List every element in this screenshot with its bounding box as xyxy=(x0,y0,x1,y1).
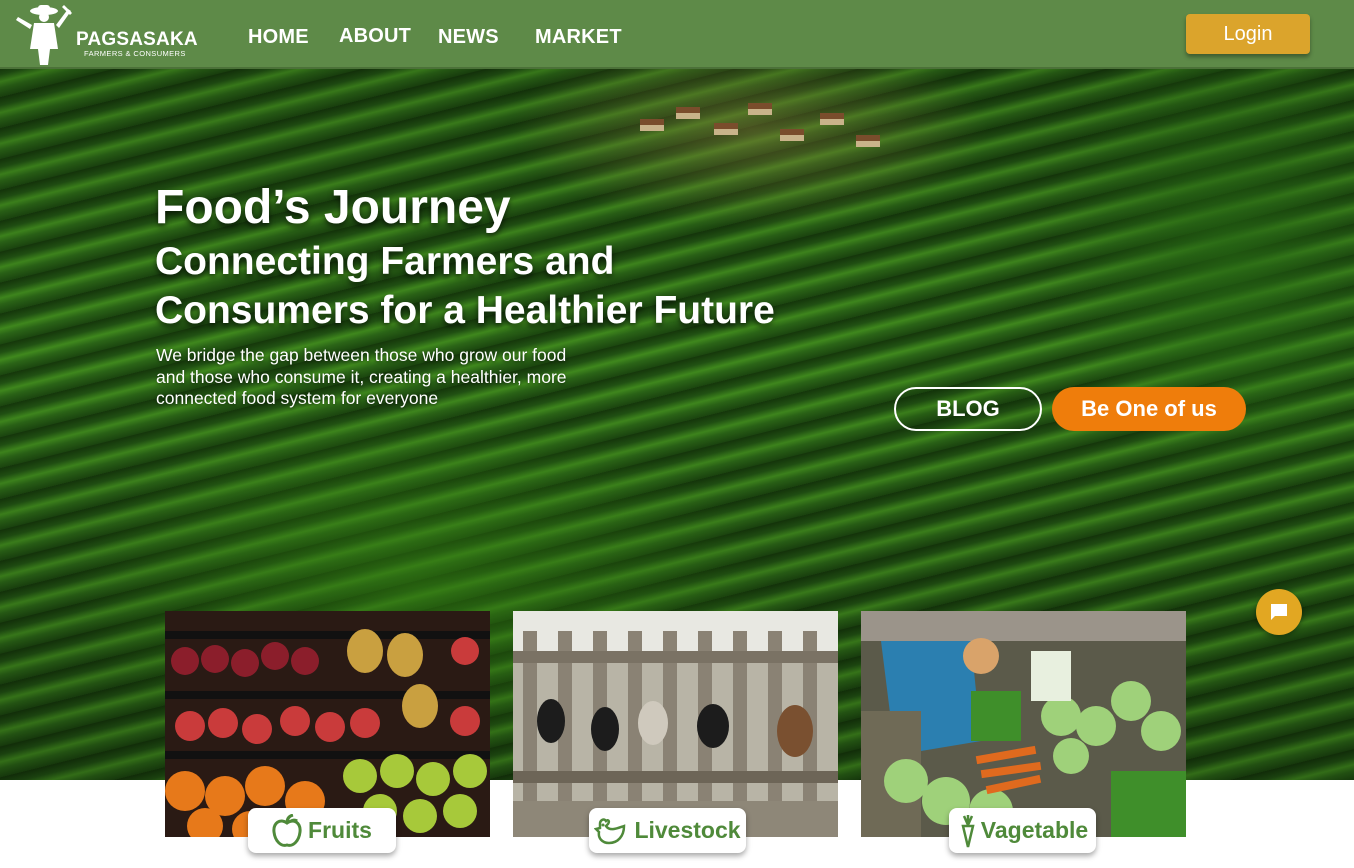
hero-description: We bridge the gap between those who grow… xyxy=(156,345,567,408)
login-button[interactable]: Login xyxy=(1186,14,1310,54)
vegetable-photo xyxy=(861,611,1186,837)
category-label-fruits[interactable]: Fruits xyxy=(248,808,396,853)
hero-subtitle-line2: Consumers for a Healthier Future xyxy=(155,289,775,332)
category-label-text: Fruits xyxy=(308,817,372,843)
category-card-livestock[interactable] xyxy=(513,611,838,837)
village-illustration xyxy=(630,89,890,169)
category-card-vegetable[interactable] xyxy=(861,611,1186,837)
farmer-logo-icon xyxy=(16,5,72,65)
nav-market[interactable]: MARKET xyxy=(535,26,622,49)
hero-subtitle: Connecting Farmers and Consumers for a H… xyxy=(155,237,775,335)
category-label-vegetable[interactable]: Vagetable xyxy=(949,808,1096,853)
blog-button[interactable]: BLOG xyxy=(894,387,1042,431)
hero-subtitle-line1: Connecting Farmers and xyxy=(155,240,615,283)
brand-name: PAGSASAKA xyxy=(76,29,198,50)
fruits-photo xyxy=(165,611,490,837)
brand-logo[interactable]: PAGSASAKA FARMERS & CONSUMERS xyxy=(10,3,200,67)
category-label-text: Livestock xyxy=(634,817,741,843)
hero-title: Food’s Journey xyxy=(155,181,511,234)
category-label-livestock[interactable]: Livestock xyxy=(589,808,746,853)
chat-bubble-icon xyxy=(1271,604,1287,620)
category-label-text: Vagetable xyxy=(980,817,1089,843)
apple-icon xyxy=(272,813,302,847)
nav-home[interactable]: HOME xyxy=(248,26,309,49)
carrot-icon xyxy=(961,814,975,847)
chicken-icon xyxy=(594,817,626,844)
category-card-fruits[interactable] xyxy=(165,611,490,837)
top-navbar: PAGSASAKA FARMERS & CONSUMERS HOME ABOUT… xyxy=(0,0,1354,69)
join-button[interactable]: Be One of us xyxy=(1052,387,1246,431)
livestock-photo xyxy=(513,611,838,837)
chat-button[interactable] xyxy=(1256,589,1302,635)
brand-tagline: FARMERS & CONSUMERS xyxy=(84,49,186,58)
nav-about[interactable]: ABOUT xyxy=(339,25,411,48)
nav-news[interactable]: NEWS xyxy=(438,26,499,49)
